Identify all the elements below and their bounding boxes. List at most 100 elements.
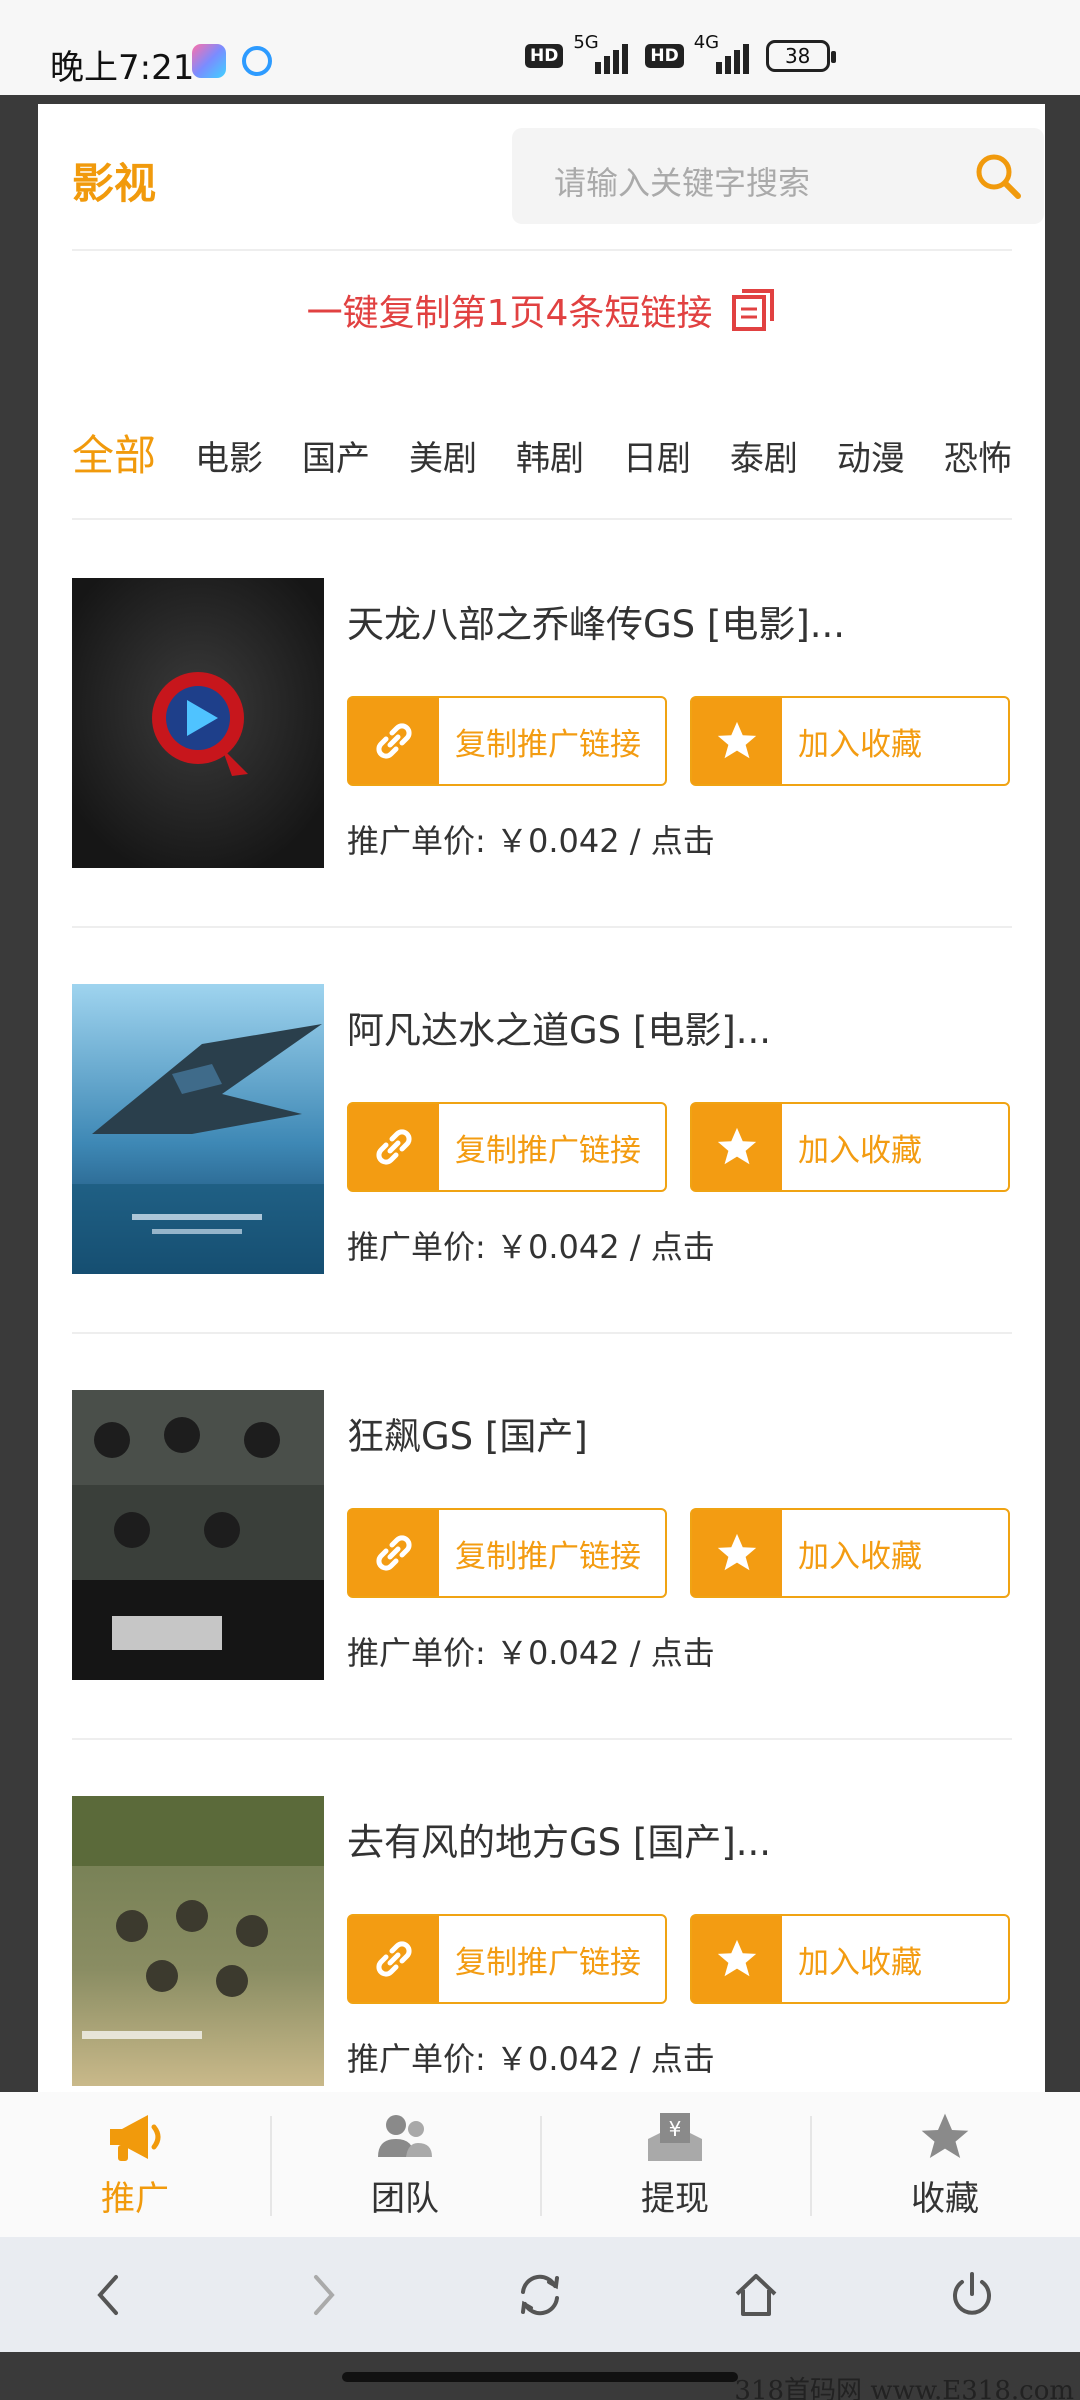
list-item: 去有风的地方GS [国产]... 复制推广链接 加入收藏 推广单价: ￥0.04… [72, 1796, 1012, 2086]
hd-badge-2: HD [645, 44, 684, 68]
nav-promote[interactable]: 推广 [0, 2092, 270, 2237]
network-5g-label: 5G [573, 32, 599, 53]
unit-price: 推广单价: ￥0.042 / 点击 [347, 1228, 715, 1266]
copy-all-links-button[interactable]: 一键复制第1页4条短链接 [38, 284, 1045, 336]
search-icon[interactable] [972, 150, 1024, 202]
list-item: 阿凡达水之道GS [电影]... 复制推广链接 加入收藏 推广单价: ￥0.04… [72, 984, 1012, 1274]
category-tabs: 全部 电影 国产 美剧 韩剧 日剧 泰剧 动漫 恐怖 [72, 422, 1012, 483]
add-favorite-button[interactable]: 加入收藏 [690, 1102, 1010, 1192]
power-icon [953, 2271, 991, 2315]
unit-price: 推广单价: ￥0.042 / 点击 [347, 822, 715, 860]
video-thumbnail[interactable] [72, 578, 324, 868]
copy-promo-link-label: 复制推广链接 [455, 726, 641, 763]
copy-icon [732, 289, 775, 331]
tab-all[interactable]: 全部 [72, 422, 156, 483]
star-icon [717, 1533, 757, 1571]
brand-title: 影视 [72, 159, 157, 208]
list-item: 狂飙GS [国产] 复制推广链接 加入收藏 推广单价: ￥0.042 / 点击 [72, 1390, 1012, 1680]
app-notification-icon-2 [242, 46, 272, 76]
gesture-bar[interactable] [342, 2372, 738, 2382]
link-icon [376, 723, 412, 759]
item-title[interactable]: 天龙八部之乔峰传GS [电影]... [347, 594, 845, 648]
home-button[interactable] [716, 2255, 796, 2335]
copy-promo-link-label: 复制推广链接 [455, 1132, 641, 1169]
nav-promote-label: 推广 [101, 2179, 169, 2219]
star-icon [717, 721, 757, 759]
app-notification-icon [192, 44, 226, 78]
unit-price: 推广单价: ￥0.042 / 点击 [347, 1634, 715, 1672]
tab-horror[interactable]: 恐怖 [944, 431, 1012, 480]
svg-text:¥: ¥ [669, 2117, 682, 2141]
team-icon [378, 2115, 432, 2157]
list-item: 天龙八部之乔峰传GS [电影]... 复制推广链接 加入收藏 推广单价: ￥0.… [72, 578, 1012, 868]
tab-movie[interactable]: 电影 [195, 431, 263, 480]
item-title[interactable]: 阿凡达水之道GS [电影]... [347, 1000, 771, 1054]
battery-icon: 38 [765, 40, 836, 72]
tab-domestic[interactable]: 国产 [302, 431, 370, 480]
status-bar: 晚上7:21 HD 5G HD 4G 38 [0, 0, 1080, 95]
signal-5g-icon: 5G [573, 32, 635, 74]
star-icon [717, 1939, 757, 1977]
divider [72, 518, 1012, 520]
bottom-nav: 推广 团队 ¥ 提现 收藏 [0, 2092, 1080, 2237]
copy-all-label: 一键复制第1页4条短链接 [306, 293, 713, 334]
refresh-icon [521, 2274, 559, 2315]
add-favorite-button[interactable]: 加入收藏 [690, 1914, 1010, 2004]
tab-korean-drama[interactable]: 韩剧 [516, 431, 584, 480]
browser-toolbar [0, 2237, 1080, 2352]
nav-withdraw[interactable]: ¥ 提现 [540, 2092, 810, 2237]
chevron-left-icon [97, 2274, 118, 2315]
add-favorite-label: 加入收藏 [798, 726, 922, 763]
back-button[interactable] [68, 2255, 148, 2335]
status-indicators: HD 5G HD 4G 38 [525, 32, 836, 74]
search-box[interactable]: 请输入关键字搜索 [512, 128, 1044, 224]
copy-promo-link-button[interactable]: 复制推广链接 [347, 1914, 667, 2004]
tab-japanese-drama[interactable]: 日剧 [623, 431, 691, 480]
tab-us-drama[interactable]: 美剧 [409, 431, 477, 480]
signal-4g-icon: 4G [694, 32, 756, 74]
main-content: 影视 请输入关键字搜索 一键复制第1页4条短链接 全部 电影 国产 美剧 韩剧 … [38, 104, 1045, 2092]
link-icon [376, 1941, 412, 1977]
divider [72, 1332, 1012, 1334]
forward-button[interactable] [284, 2255, 364, 2335]
item-title[interactable]: 去有风的地方GS [国产]... [347, 1812, 771, 1866]
status-time: 晚上7:21 [50, 48, 195, 88]
video-thumbnail[interactable] [72, 1796, 324, 2086]
divider [72, 1738, 1012, 1740]
megaphone-icon [110, 2115, 161, 2161]
power-button[interactable] [932, 2255, 1012, 2335]
copy-promo-link-label: 复制推广链接 [455, 1538, 641, 1575]
link-icon [376, 1129, 412, 1165]
add-favorite-label: 加入收藏 [798, 1538, 922, 1575]
tab-thai-drama[interactable]: 泰剧 [730, 431, 798, 480]
video-thumbnail[interactable] [72, 984, 324, 1274]
unit-price: 推广单价: ￥0.042 / 点击 [347, 2040, 715, 2078]
refresh-button[interactable] [500, 2255, 580, 2335]
add-favorite-button[interactable]: 加入收藏 [690, 696, 1010, 786]
chevron-right-icon [314, 2274, 335, 2315]
network-4g-label: 4G [693, 32, 720, 53]
copy-promo-link-button[interactable]: 复制推广链接 [347, 1508, 667, 1598]
star-icon [921, 2113, 969, 2158]
hd-badge-1: HD [525, 44, 564, 68]
add-favorite-label: 加入收藏 [798, 1944, 922, 1981]
nav-team[interactable]: 团队 [270, 2092, 540, 2237]
add-favorite-label: 加入收藏 [798, 1132, 922, 1169]
video-thumbnail[interactable] [72, 1390, 324, 1680]
item-title[interactable]: 狂飙GS [国产] [347, 1406, 588, 1460]
nav-withdraw-label: 提现 [641, 2179, 709, 2219]
copy-promo-link-button[interactable]: 复制推广链接 [347, 1102, 667, 1192]
nav-favorites[interactable]: 收藏 [810, 2092, 1080, 2237]
divider [72, 249, 1012, 251]
divider [72, 926, 1012, 928]
watermark: 318首码网 www.E318.com [734, 2376, 1074, 2400]
nav-team-label: 团队 [371, 2179, 439, 2219]
search-input[interactable]: 请输入关键字搜索 [554, 158, 810, 204]
copy-promo-link-button[interactable]: 复制推广链接 [347, 696, 667, 786]
copy-promo-link-label: 复制推广链接 [455, 1944, 641, 1981]
withdraw-icon: ¥ [648, 2113, 702, 2161]
nav-favorites-label: 收藏 [911, 2179, 979, 2219]
add-favorite-button[interactable]: 加入收藏 [690, 1508, 1010, 1598]
tab-anime[interactable]: 动漫 [837, 431, 905, 480]
home-icon [735, 2273, 777, 2316]
